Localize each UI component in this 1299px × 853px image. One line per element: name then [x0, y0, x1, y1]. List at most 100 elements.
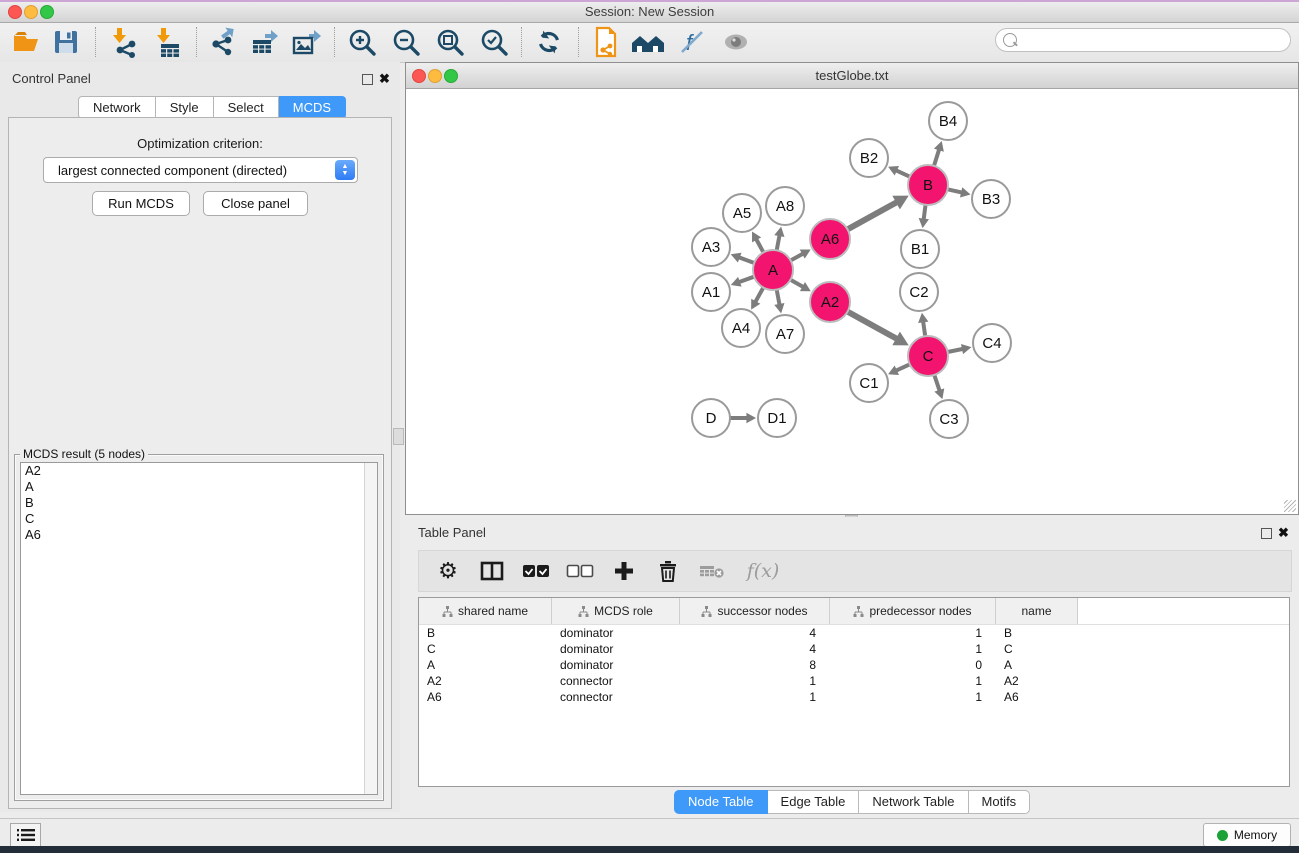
tab-motifs[interactable]: Motifs: [969, 790, 1031, 814]
search-input[interactable]: [1021, 31, 1290, 49]
export-network-button[interactable]: [204, 25, 240, 59]
table-cell[interactable]: C: [996, 642, 1078, 656]
graph-edge[interactable]: [848, 312, 897, 339]
table-row[interactable]: A6connector11A6: [419, 689, 1289, 705]
network-canvas[interactable]: B4B2BB3A5A8A6A3B1AA1C2A2A4A7C4CC1C3DD1: [407, 89, 1297, 514]
table-cell[interactable]: C: [419, 642, 552, 656]
select-all-columns-button[interactable]: [521, 556, 551, 586]
tab-mcds[interactable]: MCDS: [279, 96, 346, 119]
export-image-button[interactable]: [288, 25, 324, 59]
graph-edge[interactable]: [790, 280, 803, 287]
table-cell[interactable]: 0: [830, 658, 996, 672]
mcds-result-item[interactable]: A2: [21, 463, 377, 479]
graph-edge[interactable]: [948, 349, 963, 352]
table-cell[interactable]: dominator: [552, 658, 680, 672]
import-table-button[interactable]: [150, 25, 186, 59]
mcds-result-item[interactable]: C: [21, 511, 377, 527]
graph-edge[interactable]: [948, 189, 963, 192]
column-header-successor-nodes[interactable]: successor nodes: [680, 598, 830, 624]
tab-edge-table[interactable]: Edge Table: [768, 790, 860, 814]
table-cell[interactable]: 1: [830, 626, 996, 640]
search-field[interactable]: [995, 28, 1291, 52]
table-cell[interactable]: dominator: [552, 626, 680, 640]
table-row[interactable]: Bdominator41B: [419, 625, 1289, 641]
network-from-file-button[interactable]: [588, 25, 624, 59]
run-mcds-button[interactable]: Run MCDS: [92, 191, 190, 216]
table-cell[interactable]: connector: [552, 690, 680, 704]
graph-edge[interactable]: [896, 170, 910, 176]
table-cell[interactable]: B: [996, 626, 1078, 640]
graph-edge[interactable]: [924, 205, 926, 220]
graph-edge[interactable]: [934, 375, 939, 391]
column-header-MCDS-role[interactable]: MCDS role: [552, 598, 680, 624]
tab-style[interactable]: Style: [156, 96, 214, 119]
table-cell[interactable]: connector: [552, 674, 680, 688]
memory-button[interactable]: Memory: [1203, 823, 1291, 847]
column-header-name[interactable]: name: [996, 598, 1078, 624]
graph-edge[interactable]: [777, 235, 780, 250]
table-cell[interactable]: 1: [680, 690, 830, 704]
open-file-button[interactable]: [8, 25, 44, 59]
tab-network[interactable]: Network: [78, 96, 156, 119]
table-cell[interactable]: A6: [419, 690, 552, 704]
graph-edge[interactable]: [791, 254, 804, 261]
table-cell[interactable]: 4: [680, 642, 830, 656]
graph-edge[interactable]: [739, 257, 754, 263]
graph-edge[interactable]: [896, 364, 910, 370]
tab-select[interactable]: Select: [214, 96, 279, 119]
add-column-button[interactable]: [609, 556, 639, 586]
save-session-button[interactable]: [48, 25, 84, 59]
table-mode-button[interactable]: ⚙: [433, 556, 463, 586]
graph-edge[interactable]: [934, 149, 939, 166]
zoom-fit-button[interactable]: [432, 25, 468, 59]
tab-node-table[interactable]: Node Table: [674, 790, 768, 814]
column-header-shared-name[interactable]: shared name: [419, 598, 552, 624]
table-row[interactable]: Cdominator41C: [419, 641, 1289, 657]
table-cell[interactable]: 1: [680, 674, 830, 688]
table-cell[interactable]: 4: [680, 626, 830, 640]
table-cell[interactable]: 1: [830, 642, 996, 656]
mcds-result-list[interactable]: A2ABCA6: [20, 462, 378, 795]
export-table-button[interactable]: [246, 25, 282, 59]
criterion-dropdown[interactable]: largest connected component (directed) ▲…: [43, 157, 358, 183]
refresh-view-button[interactable]: [531, 25, 567, 59]
birds-eye-view-button[interactable]: [718, 25, 754, 59]
graph-edge[interactable]: [756, 239, 763, 252]
table-row[interactable]: Adominator80A: [419, 657, 1289, 673]
table-cell[interactable]: dominator: [552, 642, 680, 656]
graph-edge[interactable]: [755, 288, 763, 303]
table-cell[interactable]: A2: [996, 674, 1078, 688]
table-cell[interactable]: A: [996, 658, 1078, 672]
graph-edge[interactable]: [777, 290, 780, 305]
result-list-scrollbar[interactable]: [364, 463, 377, 794]
mcds-result-item[interactable]: B: [21, 495, 377, 511]
mcds-result-item[interactable]: A: [21, 479, 377, 495]
table-cell[interactable]: 1: [830, 690, 996, 704]
task-history-button[interactable]: [10, 823, 41, 847]
zoom-out-button[interactable]: [388, 25, 424, 59]
resize-grip-icon[interactable]: [1284, 500, 1296, 512]
close-panel-button[interactable]: Close panel: [203, 191, 308, 216]
delete-columns-button[interactable]: [653, 556, 683, 586]
toggle-graphics-details-button[interactable]: f: [674, 25, 710, 59]
table-cell[interactable]: A: [419, 658, 552, 672]
zoom-in-button[interactable]: [344, 25, 380, 59]
tab-network-table[interactable]: Network Table: [859, 790, 968, 814]
home-gallery-button[interactable]: [630, 25, 666, 59]
table-cell[interactable]: 8: [680, 658, 830, 672]
table-cell[interactable]: B: [419, 626, 552, 640]
table-row[interactable]: A2connector11A2: [419, 673, 1289, 689]
table-cell[interactable]: 1: [830, 674, 996, 688]
close-table-panel-icon[interactable]: ✖: [1278, 525, 1289, 541]
vertical-splitter-handle[interactable]: [393, 428, 404, 445]
import-network-button[interactable]: [106, 25, 142, 59]
close-panel-icon[interactable]: ✖: [379, 71, 390, 87]
column-header-predecessor-nodes[interactable]: predecessor nodes: [830, 598, 996, 624]
float-panel-icon[interactable]: [362, 74, 373, 85]
show-columns-button[interactable]: [477, 556, 507, 586]
float-table-panel-icon[interactable]: [1261, 528, 1272, 539]
table-cell[interactable]: A6: [996, 690, 1078, 704]
graph-edge[interactable]: [739, 277, 754, 282]
unselect-all-columns-button[interactable]: [565, 556, 595, 586]
table-cell[interactable]: A2: [419, 674, 552, 688]
